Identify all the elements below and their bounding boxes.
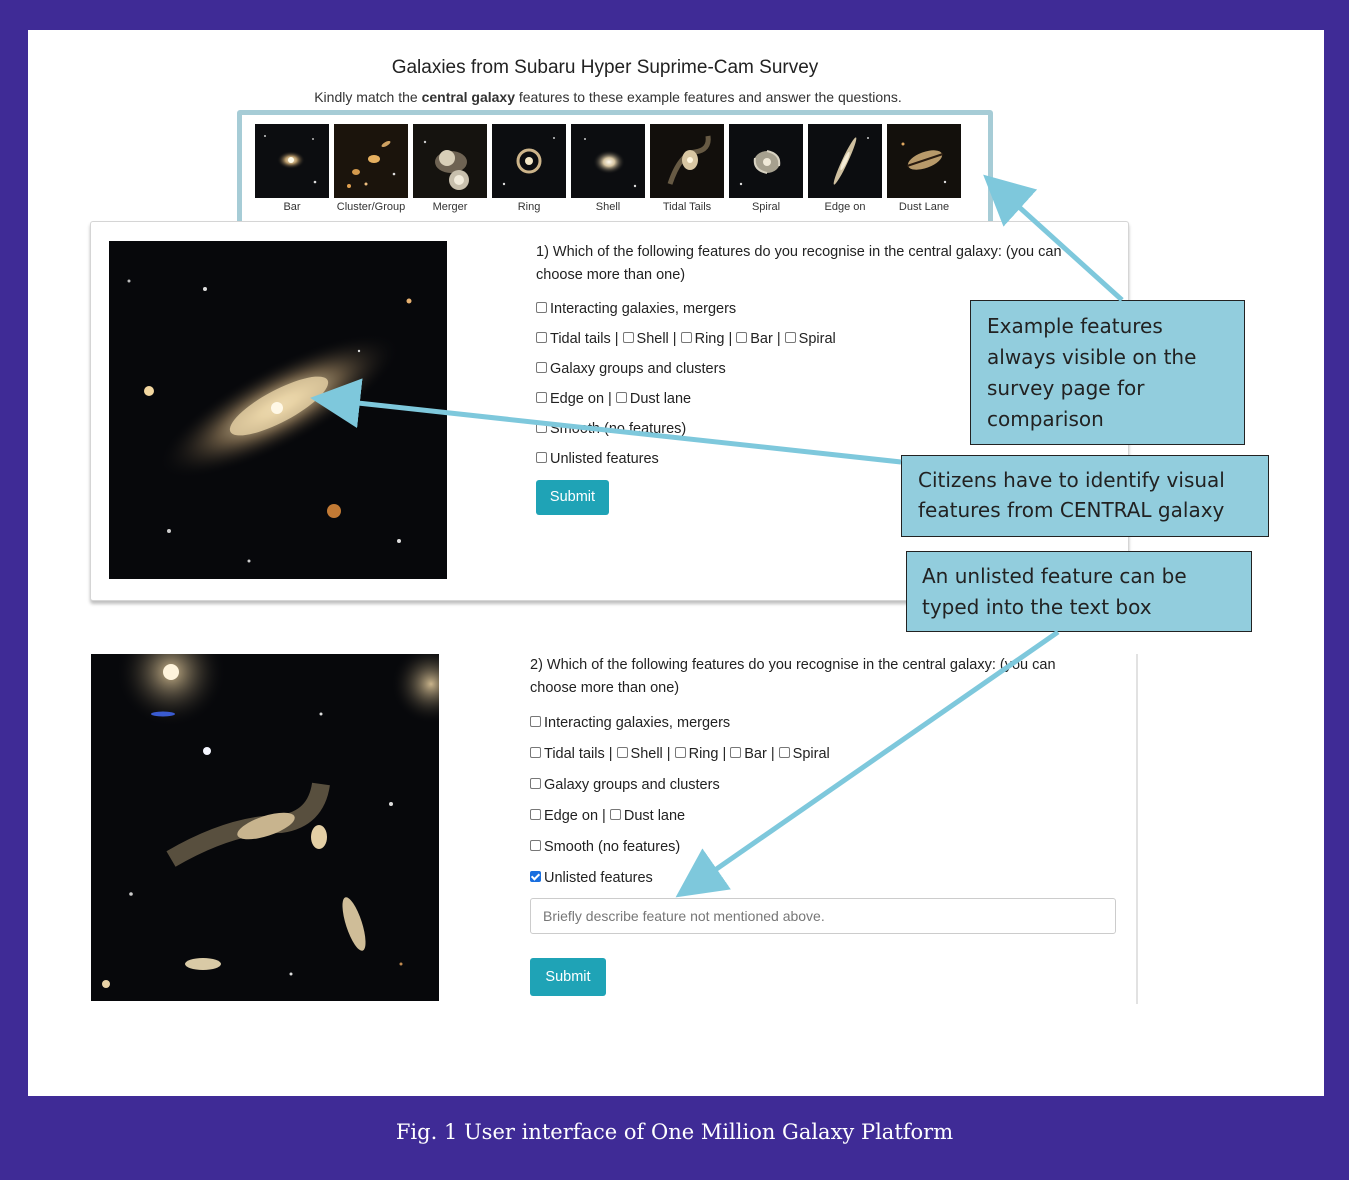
arrow-to-examples: [983, 174, 1124, 302]
figure-caption: Fig. 1 User interface of One Million Gal…: [395, 1120, 954, 1144]
arrow-to-central-galaxy: [310, 378, 902, 465]
figure-panel: Galaxies from Subaru Hyper Suprime-Cam S…: [28, 30, 1324, 1096]
annotation-arrows: [310, 174, 1124, 898]
arrow-to-textbox: [675, 629, 1060, 898]
